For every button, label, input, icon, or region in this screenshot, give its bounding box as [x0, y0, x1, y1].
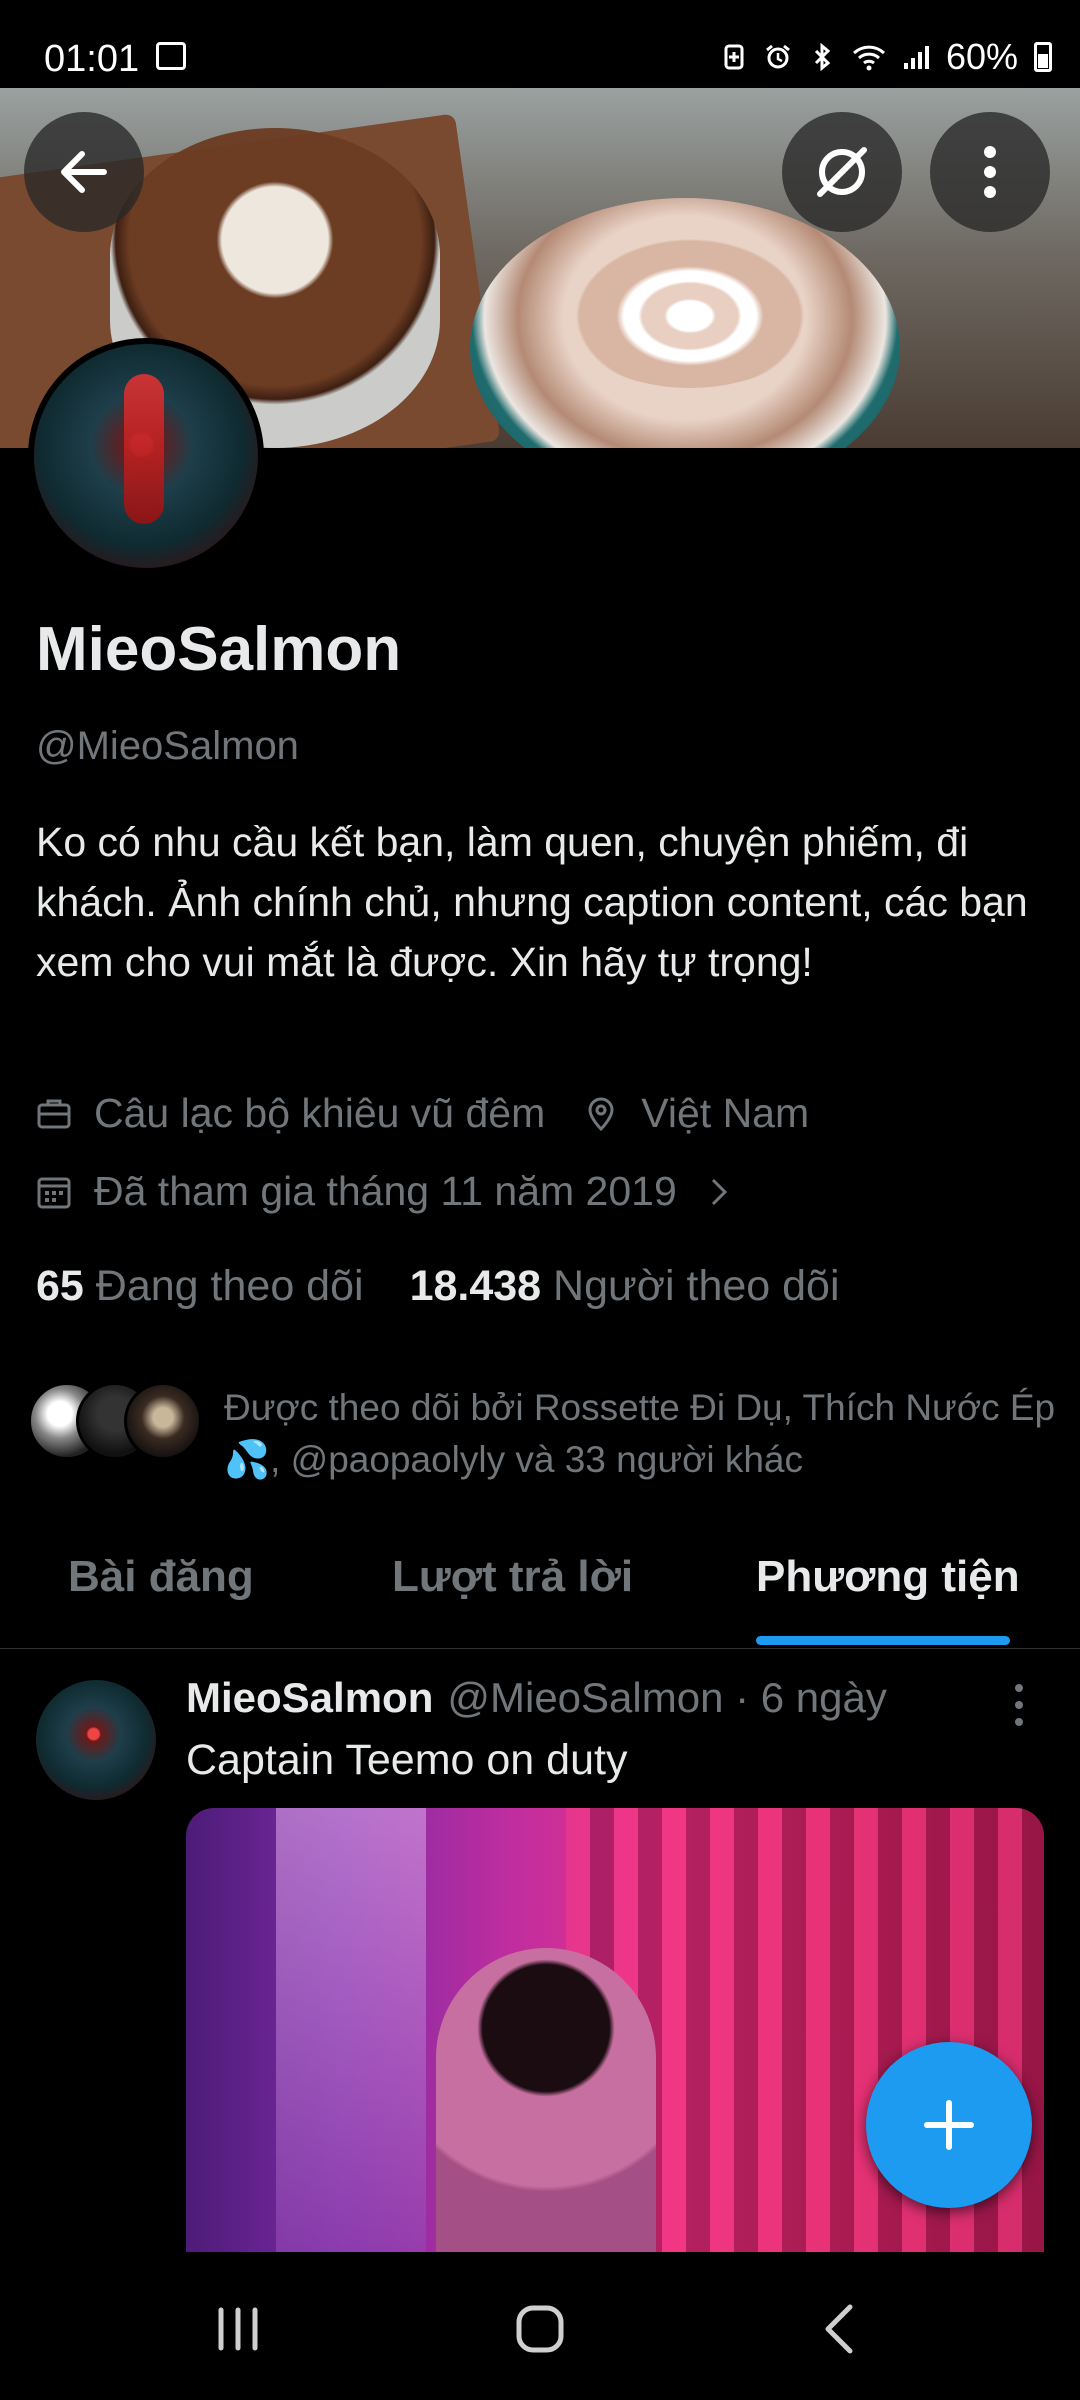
- grok-icon: [817, 147, 867, 197]
- media-window: [276, 1808, 426, 2252]
- profile-name: MieoSalmon: [36, 615, 402, 684]
- post-author-avatar[interactable]: [36, 1680, 156, 1800]
- followers-link[interactable]: 18.438 Người theo dõi: [410, 1262, 840, 1311]
- recents-icon: [218, 2307, 258, 2351]
- recent-apps-button[interactable]: [198, 2294, 278, 2364]
- following-label: Đang theo dõi: [95, 1262, 364, 1310]
- avatar-figure: [124, 374, 164, 524]
- more-options-button[interactable]: [930, 112, 1050, 232]
- chevron-right-icon: [711, 1178, 727, 1205]
- tab-posts[interactable]: Bài đăng: [68, 1552, 254, 1602]
- location-pin-icon: [588, 1097, 614, 1131]
- following-count: 65: [36, 1262, 84, 1310]
- profile-bio: Ko có nhu cầu kết bạn, làm quen, chuyện …: [36, 819, 1028, 985]
- profile-handle: @MieoSalmon: [36, 724, 299, 768]
- profile-location: Việt Nam: [641, 1090, 810, 1136]
- image-icon: [156, 42, 186, 70]
- profile-category: Câu lạc bộ khiêu vũ đêm: [94, 1090, 546, 1136]
- profile-avatar[interactable]: [28, 338, 264, 574]
- follower-avatar: [124, 1382, 202, 1460]
- status-icons: 60%: [720, 36, 1052, 78]
- battery-icon: [1034, 42, 1052, 72]
- follow-stats: 65 Đang theo dõi 18.438 Người theo dõi: [36, 1262, 840, 1311]
- back-button[interactable]: [24, 112, 144, 232]
- alarm-icon: [766, 44, 790, 69]
- home-icon: [516, 2305, 564, 2353]
- profile-joined-row[interactable]: Đã tham gia tháng 11 năm 2019: [36, 1168, 731, 1215]
- post-author-name[interactable]: MieoSalmon: [186, 1674, 433, 1722]
- system-nav-bar: [0, 2254, 1080, 2400]
- post-meta: @MieoSalmon · 6 ngày: [447, 1674, 887, 1721]
- tab-media[interactable]: Phương tiện: [756, 1552, 1020, 1602]
- post-text: Captain Teemo on duty: [186, 1736, 628, 1784]
- followed-by-text: Được theo dõi bởi Rossette Đi Dụ, Thích …: [224, 1387, 1056, 1480]
- home-button[interactable]: [500, 2294, 580, 2364]
- post-header: MieoSalmon @MieoSalmon · 6 ngày: [186, 1674, 887, 1722]
- battery-saver-icon: [724, 44, 744, 70]
- bluetooth-icon: [814, 43, 831, 71]
- profile-tabs: Bài đăng Lượt trả lời Phương tiện: [0, 1520, 1080, 1649]
- more-vertical-icon: [984, 146, 996, 198]
- following-link[interactable]: 65 Đang theo dõi: [36, 1262, 364, 1311]
- profile-joined: Đã tham gia tháng 11 năm 2019: [94, 1168, 677, 1214]
- active-tab-indicator: [756, 1636, 1010, 1645]
- profile-meta-row: Câu lạc bộ khiêu vũ đêm Việt Nam: [36, 1090, 809, 1137]
- media-person: [436, 1948, 656, 2252]
- plus-icon: [924, 2100, 974, 2150]
- battery-percent: 60%: [945, 36, 1018, 77]
- followers-count: 18.438: [409, 1262, 542, 1310]
- back-nav-button[interactable]: [800, 2294, 880, 2364]
- banner-latte-art: [560, 228, 820, 388]
- arrow-left-icon: [61, 151, 107, 193]
- followed-by[interactable]: Được theo dõi bởi Rossette Đi Dụ, Thích …: [28, 1382, 1080, 1486]
- calendar-icon: [37, 1177, 71, 1208]
- compose-button[interactable]: [866, 2042, 1032, 2208]
- post-more-icon[interactable]: [1004, 1680, 1034, 1730]
- signal-icon: [903, 46, 929, 69]
- back-icon: [825, 2304, 853, 2354]
- status-time: 01:01: [44, 38, 140, 80]
- briefcase-icon: [37, 1099, 71, 1128]
- followers-label: Người theo dõi: [553, 1262, 840, 1310]
- grok-button[interactable]: [782, 112, 902, 232]
- tab-replies[interactable]: Lượt trả lời: [392, 1552, 633, 1602]
- wifi-icon: [852, 45, 885, 71]
- status-bar: 01:01 60%: [0, 0, 1080, 88]
